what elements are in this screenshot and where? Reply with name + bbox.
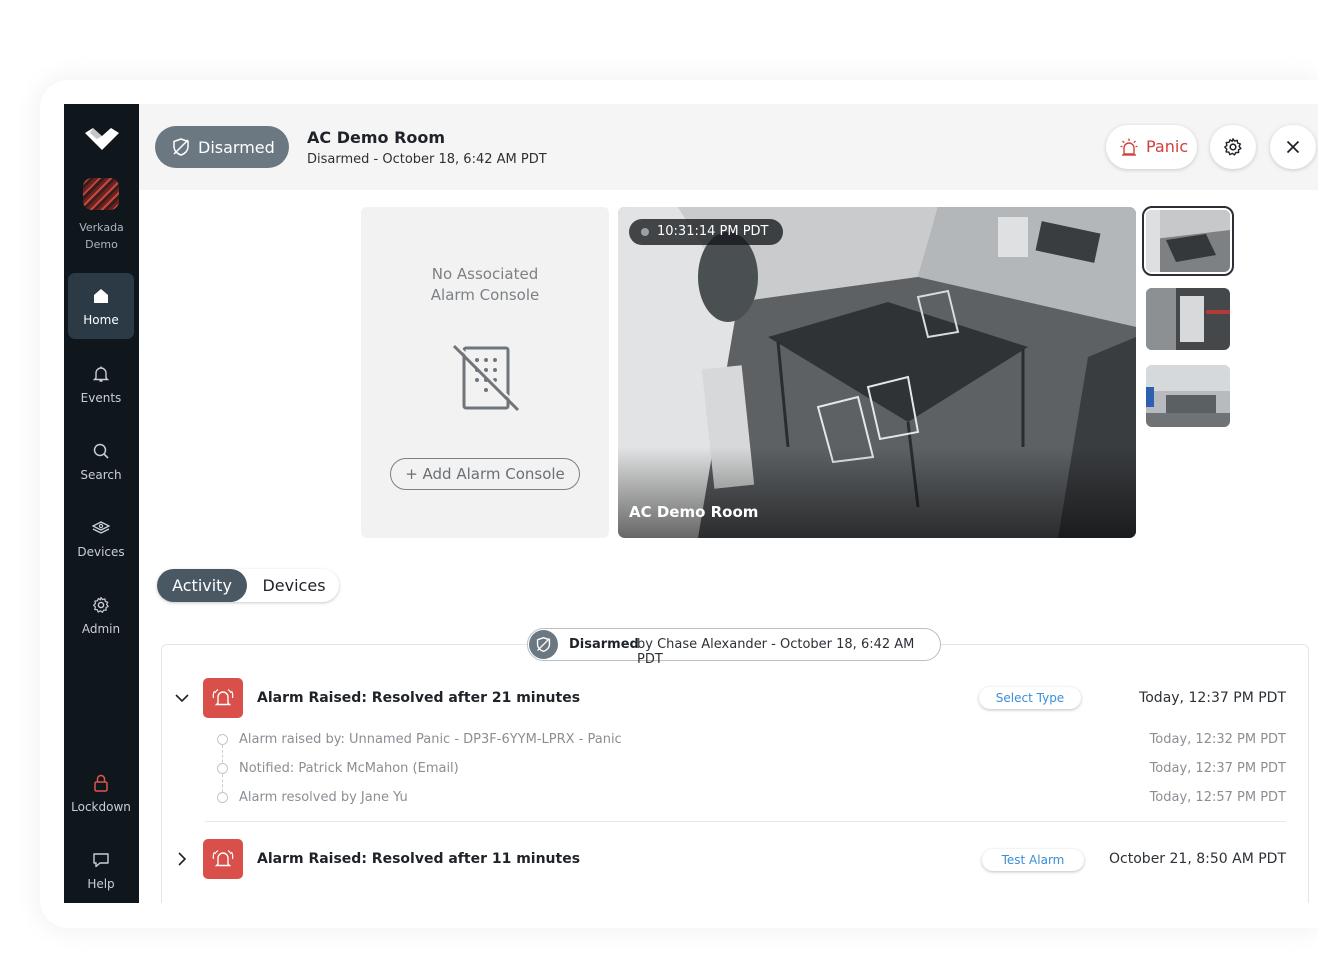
alarm-event-icon xyxy=(203,678,243,718)
timeline-event-text: Notified: Patrick McMahon (Email) xyxy=(239,761,459,776)
thumbnail-image xyxy=(1146,288,1230,350)
verkada-logo-icon[interactable] xyxy=(85,128,119,150)
alarm-title: Alarm Raised: Resolved after 21 minutes xyxy=(257,690,581,706)
camera-timestamp: 10:31:14 PM PDT xyxy=(629,219,783,245)
sidebar-item-label: Help xyxy=(87,877,115,891)
sidebar-item-lockdown[interactable]: Lockdown xyxy=(68,760,134,826)
timeline-dot xyxy=(217,792,228,803)
gear-icon xyxy=(1224,138,1242,156)
alarm-type-selector[interactable]: Test Alarm xyxy=(982,849,1084,871)
alarm-bell-icon xyxy=(212,688,234,706)
sidebar-item-home[interactable]: Home xyxy=(68,273,134,339)
alarm-time: October 21, 8:50 AM PDT xyxy=(1109,851,1286,867)
sidebar-item-admin[interactable]: Admin xyxy=(68,582,134,648)
tab-devices[interactable]: Devices xyxy=(249,569,339,602)
sidebar: Verkada Demo Home Events Search Devices … xyxy=(64,104,139,903)
view-tabs: Activity Devices xyxy=(157,569,339,602)
alarm-console-card: No Associated Alarm Console + Add Alarm … xyxy=(361,207,609,538)
thumbnail-image xyxy=(1146,365,1230,427)
sidebar-item-help[interactable]: Help xyxy=(68,837,134,903)
alarm-title: Alarm Raised: Resolved after 11 minutes xyxy=(257,851,581,867)
alarm-event-icon xyxy=(203,839,243,879)
sidebar-item-label: Events xyxy=(80,391,122,405)
site-header: Disarmed AC Demo Room Disarmed - October… xyxy=(139,104,1318,190)
timeline-event-text: Alarm resolved by Jane Yu xyxy=(239,790,408,805)
disarm-event-banner: Disarmed by Chase Alexander - October 18… xyxy=(527,628,941,667)
camera-feed[interactable]: 10:31:14 PM PDT AC Demo Room xyxy=(618,207,1136,538)
bell-icon xyxy=(92,366,110,382)
arm-status-label: Disarmed xyxy=(198,138,275,157)
thumbnail-image xyxy=(1146,210,1230,272)
alarm-bell-icon xyxy=(212,849,234,867)
org-avatar[interactable] xyxy=(83,178,119,210)
timeline-dot xyxy=(217,763,228,774)
timeline-dot xyxy=(217,734,228,745)
sidebar-item-label: Home xyxy=(83,313,119,327)
timeline-event-time: Today, 12:57 PM PDT xyxy=(1149,790,1286,805)
row-divider xyxy=(205,821,1286,822)
camera-caption-shade xyxy=(618,447,1136,538)
sidebar-item-label: Search xyxy=(80,468,122,482)
settings-button[interactable] xyxy=(1210,125,1256,169)
chat-icon xyxy=(93,853,109,868)
close-button[interactable] xyxy=(1270,125,1316,169)
sidebar-item-search[interactable]: Search xyxy=(68,428,134,494)
camera-name: AC Demo Room xyxy=(629,503,759,521)
chevron-right-icon[interactable] xyxy=(174,851,190,867)
tab-activity[interactable]: Activity xyxy=(157,569,247,602)
panic-label: Panic xyxy=(1146,137,1189,156)
live-dot-icon xyxy=(641,228,649,236)
siren-icon xyxy=(1120,138,1138,156)
alarm-type-selector[interactable]: Select Type xyxy=(979,687,1081,709)
add-alarm-console-button[interactable]: + Add Alarm Console xyxy=(390,458,580,490)
site-title: AC Demo Room xyxy=(307,128,446,147)
shield-off-icon xyxy=(529,630,558,659)
timeline-event-time: Today, 12:32 PM PDT xyxy=(1149,732,1286,747)
arm-status-button[interactable]: Disarmed xyxy=(155,126,289,168)
sidebar-item-label: Devices xyxy=(77,545,125,559)
camera-timestamp-text: 10:31:14 PM PDT xyxy=(657,224,769,239)
disarm-event-detail: by Chase Alexander - October 18, 6:42 AM… xyxy=(637,637,915,667)
home-icon xyxy=(94,289,108,303)
keypad-off-icon xyxy=(452,343,521,412)
sidebar-item-events[interactable]: Events xyxy=(68,351,134,417)
camera-thumbnail[interactable] xyxy=(1146,288,1230,350)
search-icon xyxy=(93,443,109,459)
alarm-time: Today, 12:37 PM PDT xyxy=(1139,690,1286,706)
gear-icon xyxy=(93,596,109,613)
disarm-event-status: Disarmed xyxy=(569,637,639,652)
lock-icon xyxy=(94,774,108,792)
org-name: Verkada Demo xyxy=(79,221,124,251)
devices-icon xyxy=(92,521,110,534)
app-window: Verkada Demo Home Events Search Devices … xyxy=(64,104,1318,903)
camera-thumbnail[interactable] xyxy=(1146,365,1230,427)
sidebar-item-label: Admin xyxy=(81,622,121,636)
chevron-down-icon[interactable] xyxy=(174,690,190,706)
sidebar-item-devices[interactable]: Devices xyxy=(68,505,134,571)
panic-button[interactable]: Panic xyxy=(1106,125,1197,169)
no-console-message: No Associated Alarm Console xyxy=(430,265,540,304)
shield-off-icon xyxy=(173,138,189,156)
close-icon xyxy=(1286,140,1300,154)
sidebar-item-label: Lockdown xyxy=(71,800,131,814)
timeline-event-time: Today, 12:37 PM PDT xyxy=(1149,761,1286,776)
camera-thumbnail[interactable] xyxy=(1142,206,1234,276)
site-status-text: Disarmed - October 18, 6:42 AM PDT xyxy=(307,152,547,167)
timeline-event-text: Alarm raised by: Unnamed Panic - DP3F-6Y… xyxy=(239,732,622,747)
